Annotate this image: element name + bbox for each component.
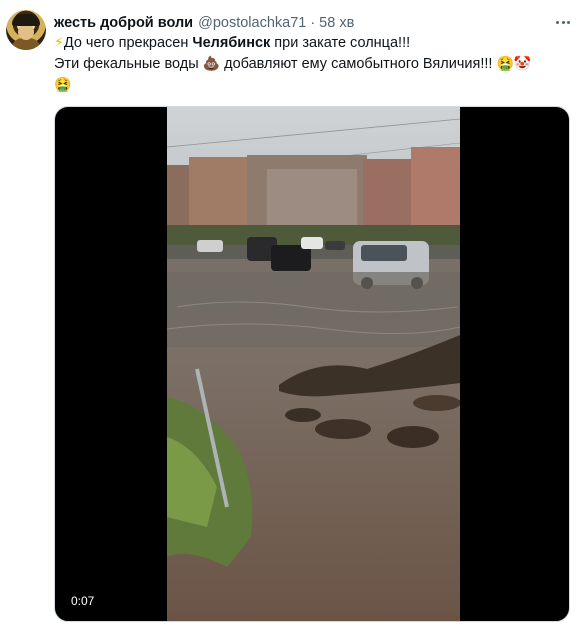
- more-options-button[interactable]: [552, 12, 574, 32]
- tweet-text-line-1: ⚡До чего прекрасен Челябинск при закате …: [54, 35, 411, 51]
- header-separator: ·: [310, 15, 316, 31]
- vomiting-face-emoji-icon: 🤮: [54, 77, 72, 93]
- video-duration: 0:07: [65, 591, 101, 611]
- poo-emoji-icon: 💩: [202, 56, 221, 72]
- tweet-text-line-2: Эти фекальные воды 💩 добавляют ему самоб…: [54, 56, 532, 72]
- video-frame[interactable]: [167, 107, 460, 622]
- avatar[interactable]: [6, 10, 46, 50]
- more-horizontal-icon: [556, 20, 559, 24]
- vomiting-face-emoji-icon: 🤮: [496, 56, 514, 72]
- tweet-text: ⚡До чего прекрасен Челябинск при закате …: [54, 33, 574, 96]
- city-name: Челябинск: [192, 35, 271, 51]
- tweet-text-line-3: 🤮: [54, 75, 574, 96]
- video-player[interactable]: 0:07: [54, 106, 570, 622]
- tweet[interactable]: жесть доброй воли @postolachka71 · 58 хв…: [0, 0, 581, 636]
- tweet-header: жесть доброй воли @postolachka71 · 58 хв: [54, 13, 354, 33]
- author-handle[interactable]: @postolachka71: [198, 15, 306, 31]
- lightning-emoji-icon: ⚡: [54, 35, 64, 51]
- author-display-name[interactable]: жесть доброй воли: [54, 15, 193, 31]
- clown-face-emoji-icon: 🤡: [513, 56, 532, 72]
- tweet-timestamp[interactable]: 58 хв: [319, 15, 354, 31]
